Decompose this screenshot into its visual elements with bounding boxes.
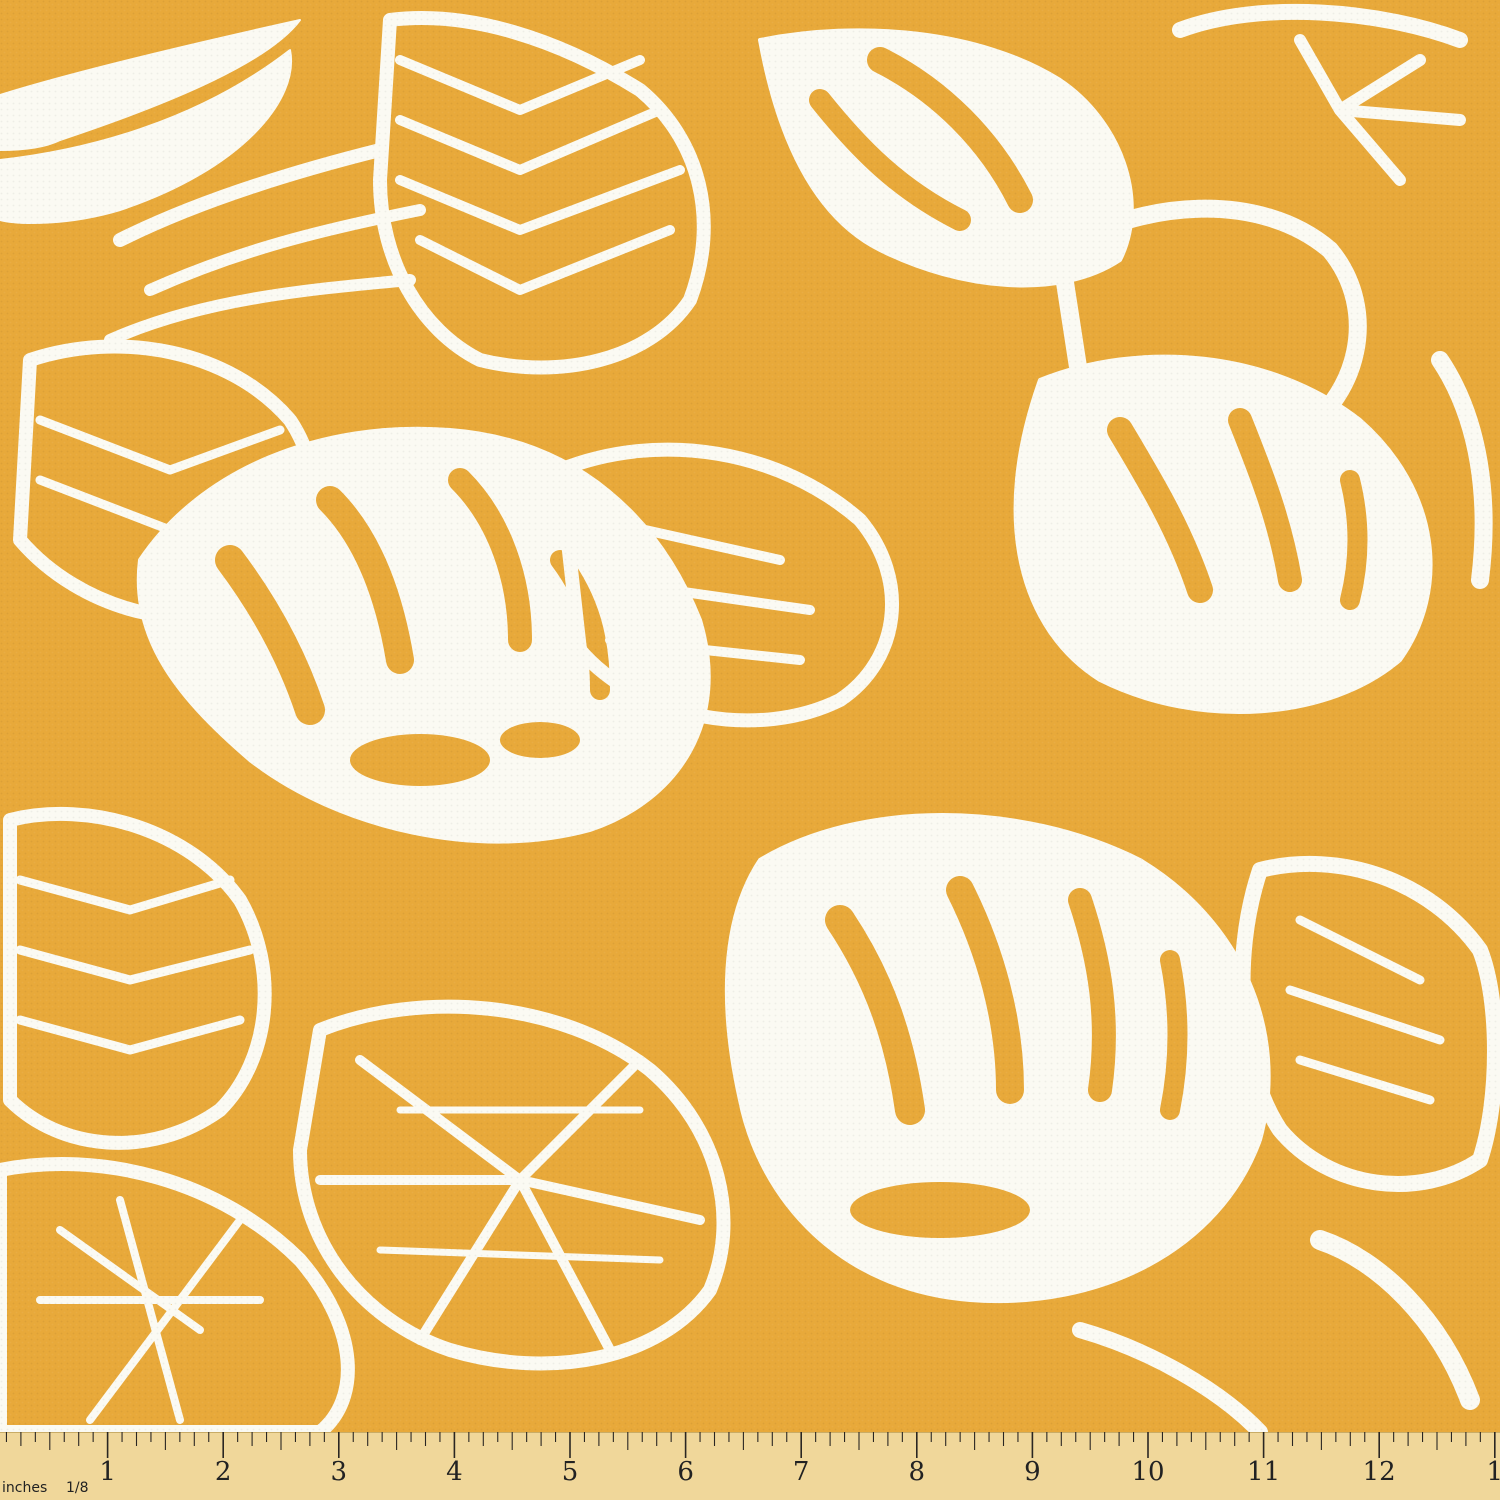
leaf-pattern-fabric	[0, 0, 1500, 1432]
ruler-number: 3	[331, 1457, 348, 1487]
ruler-number: 7	[793, 1457, 810, 1487]
ruler-number: 11	[1247, 1457, 1280, 1487]
ruler-number: 6	[677, 1457, 694, 1487]
ruler-fraction-label: 1/8	[66, 1480, 89, 1496]
ruler-number: 4	[446, 1457, 463, 1487]
ruler-unit-label: inches	[2, 1480, 47, 1496]
ruler-number: 9	[1024, 1457, 1041, 1487]
ruler-number: 12	[1363, 1457, 1396, 1487]
ruler-number: 1	[1487, 1457, 1500, 1487]
fabric-weave-texture	[0, 0, 1500, 1432]
ruler-number: 1	[99, 1457, 116, 1487]
ruler-number: 5	[562, 1457, 579, 1487]
measuring-ruler: 1 2 3 4 5 6 7 8 9 10 11 12 1 inches 1/8	[0, 1432, 1500, 1500]
ruler-number: 8	[909, 1457, 926, 1487]
fabric-photo: 1 2 3 4 5 6 7 8 9 10 11 12 1 inches 1/8	[0, 0, 1500, 1500]
ruler-number: 2	[215, 1457, 232, 1487]
ruler-number: 10	[1131, 1457, 1164, 1487]
